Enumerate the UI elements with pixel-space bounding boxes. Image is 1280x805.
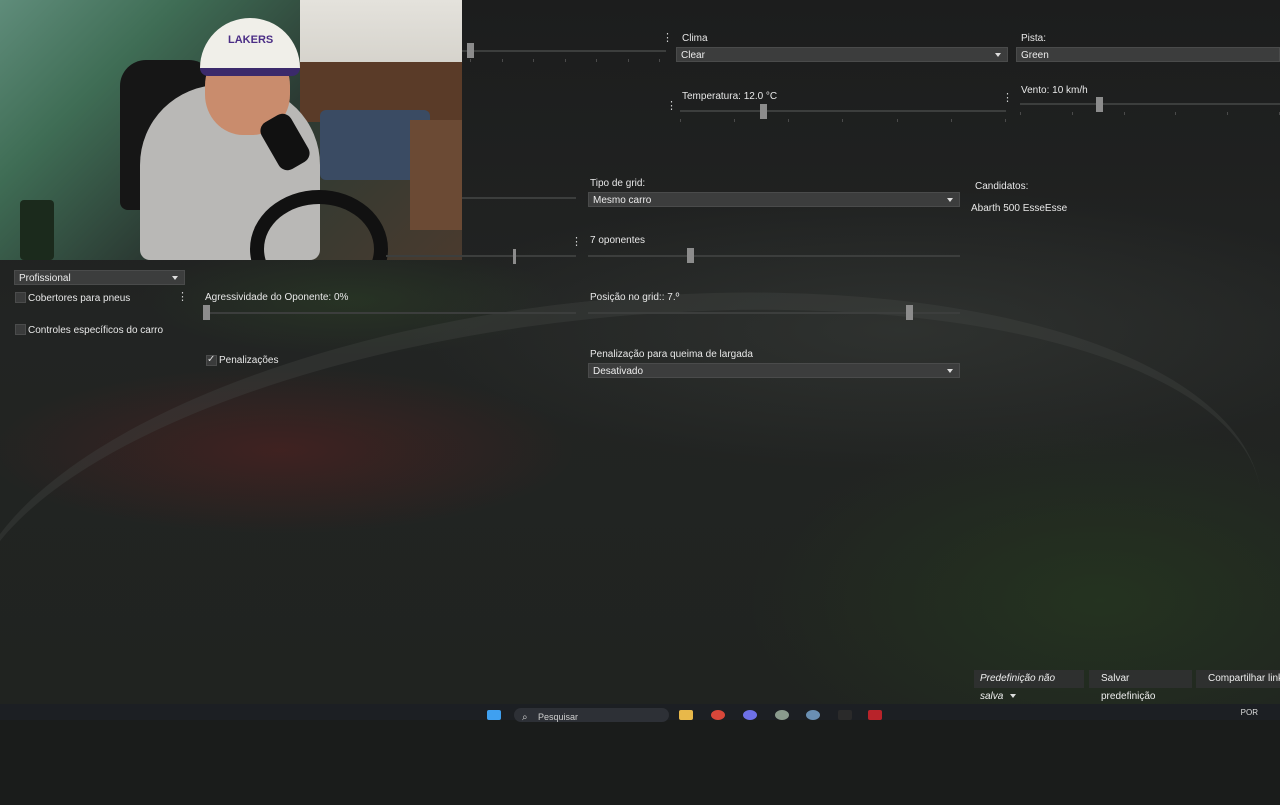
hidden-slider-track-mid[interactable] <box>462 197 576 199</box>
wind-label: Vento: 10 km/h <box>1021 85 1088 96</box>
save-preset-button[interactable]: Salvar predefinição <box>1089 670 1192 702</box>
car-controls-checkbox[interactable] <box>15 324 26 335</box>
candidates-label: Candidatos: <box>975 181 1029 192</box>
preset-dropdown-button[interactable]: Predefinição não salva <box>974 670 1084 702</box>
assists-preset-value: Profissional <box>19 273 71 284</box>
more-options-icon[interactable]: ⋮ <box>666 101 677 112</box>
more-options-icon[interactable]: ⋮ <box>1002 93 1013 104</box>
windows-start-icon[interactable] <box>487 710 501 720</box>
grid-type-label: Tipo de grid: <box>590 178 646 189</box>
chevron-down-icon <box>995 53 1001 57</box>
wind-slider-track[interactable] <box>1020 103 1280 105</box>
opponents-slider-track[interactable] <box>588 255 960 257</box>
webcam-drink-can <box>20 200 54 260</box>
wind-slider-thumb[interactable] <box>1095 97 1103 112</box>
discord-icon[interactable] <box>743 710 757 720</box>
start-penalty-value: Desativado <box>593 366 644 377</box>
chevron-down-icon <box>1010 694 1017 699</box>
start-penalty-label: Penalização para queima de largada <box>590 349 753 360</box>
temperature-label: Temperatura: 12.0 °C <box>682 91 778 102</box>
more-options-icon[interactable]: ⋮ <box>571 237 582 248</box>
more-options-icon[interactable]: ⋮ <box>177 292 188 303</box>
weather-value: Clear <box>681 50 705 61</box>
opponents-slider-thumb[interactable] <box>686 248 694 263</box>
search-icon: ⌕ <box>522 712 528 723</box>
grid-position-slider-thumb[interactable] <box>905 305 913 320</box>
track-value: Green <box>1021 50 1049 61</box>
assetto-corsa-icon[interactable] <box>868 710 882 720</box>
weather-dropdown[interactable]: Clear <box>676 47 1008 62</box>
car-controls-label: Controles específicos do carro <box>28 325 164 336</box>
more-options-icon[interactable]: ⋮ <box>662 33 673 44</box>
chevron-down-icon <box>172 276 178 280</box>
grid-position-label: Posição no grid:: 7.º <box>590 292 680 303</box>
penalties-label: Penalizações <box>219 355 279 366</box>
webcam-dresser <box>410 120 462 230</box>
chevron-down-icon <box>947 369 953 373</box>
settings-icon[interactable] <box>806 710 820 720</box>
chevron-down-icon <box>947 198 953 202</box>
webcam-overlay: LAKERS <box>0 0 462 260</box>
checkmark-icon: ✓ <box>207 354 216 365</box>
app-icon[interactable] <box>775 710 789 720</box>
candidate-car-item[interactable]: Abarth 500 EsseEsse <box>971 203 1067 214</box>
start-penalty-dropdown[interactable]: Desativado <box>588 363 960 378</box>
temperature-slider-track[interactable] <box>680 110 1006 112</box>
hidden-slider-track-webcam-bottom[interactable] <box>386 255 576 257</box>
assists-preset-dropdown[interactable]: Profissional <box>14 270 185 285</box>
cap-logo: LAKERS <box>228 34 274 46</box>
opponents-label: 7 oponentes <box>590 235 646 246</box>
taskbar-language[interactable]: POR <box>1241 708 1258 717</box>
aggression-slider-thumb[interactable] <box>203 305 210 320</box>
chrome-icon[interactable] <box>711 710 725 720</box>
track-dropdown[interactable]: Green <box>1016 47 1280 62</box>
logitech-icon[interactable] <box>838 710 852 720</box>
webcam-cap: LAKERS <box>200 18 300 76</box>
hidden-slider-thumb-webcam-bottom[interactable] <box>513 249 516 264</box>
hidden-slider-thumb-top[interactable] <box>467 43 474 58</box>
aggression-slider-track[interactable] <box>203 312 576 314</box>
track-label: Pista: <box>1021 33 1047 44</box>
tyre-blankets-checkbox[interactable] <box>15 292 26 303</box>
grid-position-slider-track[interactable] <box>588 312 960 314</box>
aggression-label: Agressividade do Oponente: 0% <box>205 292 349 303</box>
hidden-slider-track-top[interactable] <box>462 50 666 52</box>
grid-type-dropdown[interactable]: Mesmo carro <box>588 192 960 207</box>
taskbar-search-placeholder: Pesquisar <box>538 712 579 722</box>
tyre-blankets-label: Cobertores para pneus <box>28 293 131 304</box>
share-link-button[interactable]: Compartilhar link <box>1196 670 1280 688</box>
file-explorer-icon[interactable] <box>679 710 693 720</box>
weather-label: Clima <box>682 33 708 44</box>
temperature-slider-thumb[interactable] <box>759 104 767 119</box>
grid-type-value: Mesmo carro <box>593 195 652 206</box>
